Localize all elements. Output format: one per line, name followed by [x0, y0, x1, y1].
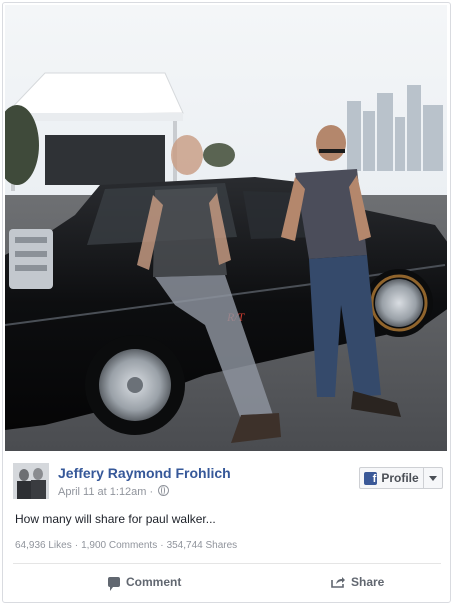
profile-dropdown-button[interactable]	[423, 468, 442, 488]
avatar-image	[13, 463, 49, 499]
share-label: Share	[351, 575, 385, 589]
likes-count[interactable]: 64,936 Likes	[15, 540, 72, 551]
profile-button[interactable]: f Profile	[359, 467, 443, 489]
author-name[interactable]: Jeffery Raymond Frohlich	[58, 465, 231, 481]
share-icon	[331, 577, 345, 588]
profile-button-main[interactable]: f Profile	[360, 468, 423, 488]
comment-label: Comment	[126, 575, 182, 589]
post-stats: 64,936 Likes · 1,900 Comments · 354,744 Shar…	[15, 540, 237, 551]
photo-illustration: R/T	[5, 5, 447, 451]
shares-count[interactable]: 354,744 Shares	[167, 540, 238, 551]
post-text: How many will share for paul walker...	[15, 512, 216, 526]
meta-separator: ·	[149, 486, 154, 498]
share-button[interactable]: Share	[331, 565, 384, 599]
comment-button[interactable]: Comment	[108, 565, 181, 599]
globe-icon[interactable]	[158, 485, 170, 496]
stats-separator: ·	[160, 540, 164, 551]
author-avatar[interactable]	[13, 463, 49, 499]
post-actions: Comment Share	[13, 565, 441, 599]
chevron-down-icon	[429, 475, 437, 481]
post-photo[interactable]: R/T	[5, 5, 447, 451]
post-timestamp[interactable]: April 11 at 1:12am	[58, 486, 146, 498]
actions-divider	[13, 563, 441, 564]
profile-button-label: Profile	[381, 471, 419, 485]
post-card: R/T	[2, 2, 451, 603]
stats-separator: ·	[74, 540, 79, 551]
comments-count[interactable]: 1,900 Comments	[81, 540, 157, 551]
facebook-f-icon: f	[364, 471, 378, 485]
post-header: Jeffery Raymond Frohlich April 11 at 1:1…	[13, 463, 443, 503]
post-meta: April 11 at 1:12am ·	[58, 485, 170, 498]
comment-icon	[108, 577, 120, 591]
